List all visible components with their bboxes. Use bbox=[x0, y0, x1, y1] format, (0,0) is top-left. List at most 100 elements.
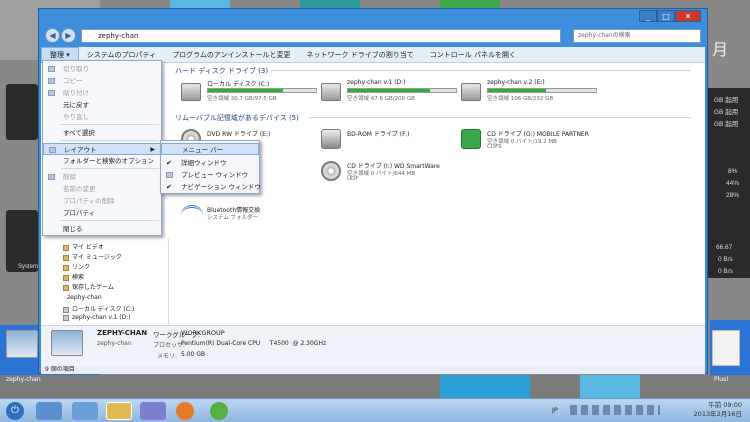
menu-label: すべて選択 bbox=[63, 129, 95, 137]
imac-icon[interactable] bbox=[6, 330, 38, 358]
menu-item-remove-properties[interactable]: プロパティの削除 bbox=[43, 195, 161, 207]
nav-item[interactable]: リンク bbox=[63, 262, 90, 271]
menu-item-cut[interactable]: 切り取り bbox=[43, 63, 161, 75]
drive-d[interactable]: zephy-chan v.1 (D:) 空き領域 47.6 GB/200 GB bbox=[321, 79, 461, 107]
menu-item-layout[interactable]: レイアウト ▶ bbox=[43, 143, 161, 155]
menu-label: メニュー バー bbox=[182, 146, 224, 154]
clock[interactable]: 午前 09:00 2013年2月16日 bbox=[694, 401, 742, 419]
nav-item[interactable]: マイ ミュージック bbox=[63, 252, 122, 261]
status-bar: 9 個の項目 bbox=[41, 366, 705, 374]
nav-label: 検索 bbox=[72, 274, 85, 281]
nav-item[interactable]: 検索 bbox=[63, 272, 84, 281]
system-gadget-label: System bbox=[18, 264, 39, 270]
media-gadget[interactable] bbox=[6, 84, 38, 140]
bdrom-drive-icon bbox=[321, 129, 341, 149]
menu-item-paste[interactable]: 貼り付け bbox=[43, 87, 161, 99]
device-cd-g[interactable]: CD ドライブ (G:) MOBILE PARTNER 空き領域 0 バイト/1… bbox=[461, 127, 611, 157]
menu-item-navigation-pane[interactable]: ✔ ナビゲーション ウィンドウ bbox=[161, 181, 261, 193]
start-button[interactable]: ⏻ bbox=[6, 402, 24, 420]
scissors-icon bbox=[48, 66, 55, 72]
drive-e[interactable]: zephy-chan v.2 (E:) 空き領域 106 GB/232 GB bbox=[461, 79, 601, 107]
media-taskbar-icon[interactable] bbox=[72, 402, 98, 420]
search-input[interactable]: zephy-chanの検索 bbox=[573, 29, 701, 43]
widget-row: GB 起用 bbox=[714, 109, 739, 116]
folder-icon bbox=[63, 264, 69, 271]
menu-item-preview-pane[interactable]: プレビュー ウィンドウ bbox=[161, 169, 259, 181]
plus-icon[interactable] bbox=[712, 330, 740, 366]
menu-label: 詳細ウィンドウ bbox=[181, 159, 227, 167]
group-divider bbox=[271, 70, 691, 71]
device-fs: UDF bbox=[347, 176, 359, 182]
menu-item-copy[interactable]: コピー bbox=[43, 75, 161, 87]
map-drive-button[interactable]: ネットワーク ドライブの割り当て bbox=[299, 48, 422, 62]
menu-item-delete[interactable]: 削除 bbox=[43, 171, 161, 183]
menu-label: コピー bbox=[63, 77, 83, 85]
menu-label: 閉じる bbox=[63, 225, 83, 233]
uninstall-button[interactable]: プログラムのアンインストールと変更 bbox=[164, 48, 298, 62]
menu-item-properties[interactable]: プロパティ bbox=[43, 207, 161, 219]
back-button[interactable]: ◀ bbox=[45, 28, 60, 43]
explorer-taskbar-icon[interactable] bbox=[106, 402, 132, 420]
title-bar[interactable] bbox=[39, 9, 707, 19]
details-pane: ZEPHY-CHAN ワークグループ: WORKGROUP zephy-chan… bbox=[41, 325, 705, 367]
processor-value: Pentium(R) Dual-Core CPU T4500 @ 2.30GHz bbox=[181, 340, 327, 347]
drive-usage-bar bbox=[207, 88, 317, 93]
computer-icon bbox=[51, 330, 83, 356]
widget-row: 0 B/s bbox=[718, 268, 733, 275]
taskbar: ⏻ JP 午前 09:00 2013年2月16日 bbox=[0, 398, 750, 422]
address-row: ◀ ▶ zephy-chan zephy-chanの検索 bbox=[41, 26, 705, 46]
bluetooth-item[interactable]: Bluetooth情報交換 システム フォルダー bbox=[181, 203, 331, 233]
menu-item-select-all[interactable]: すべて選択 bbox=[43, 127, 161, 139]
nav-item[interactable]: マイ ビデオ bbox=[63, 242, 104, 251]
drive-name: zephy-chan v.2 (E:) bbox=[487, 79, 545, 86]
group-header-removable[interactable]: リムーバブル記憶域があるデバイス (5) bbox=[175, 113, 299, 123]
nav-item[interactable]: zephy-chan bbox=[67, 294, 102, 301]
menu-item-menu-bar[interactable]: メニュー バー bbox=[161, 143, 259, 155]
address-bar[interactable]: zephy-chan bbox=[81, 29, 561, 43]
desktop-icon-label: zephy-chan bbox=[6, 376, 41, 383]
menu-label: 名前の変更 bbox=[63, 185, 96, 193]
drive-free: 空き領域 106 GB/232 GB bbox=[487, 96, 554, 102]
device-cd-i[interactable]: CD ドライブ (I:) WD SmartWare 空き領域 0 バイト/644… bbox=[321, 159, 471, 189]
drive-c[interactable]: ローカル ディスク (C:) 空き領域 30.7 GB/97.5 GB bbox=[181, 79, 321, 107]
drive-free: 空き領域 47.6 GB/200 GB bbox=[347, 96, 415, 102]
bg-tile bbox=[580, 375, 640, 398]
maximize-button[interactable]: □ bbox=[657, 10, 675, 22]
messenger-icon[interactable] bbox=[210, 402, 228, 420]
menu-item-rename[interactable]: 名前の変更 bbox=[43, 183, 161, 195]
nav-item[interactable]: zephy-chan v.1 (D:) bbox=[63, 314, 131, 321]
cd-drive-icon bbox=[321, 161, 341, 181]
widget-row: 44% bbox=[726, 180, 740, 187]
tray-icons[interactable] bbox=[570, 405, 660, 415]
menu-separator bbox=[61, 220, 159, 221]
close-button[interactable]: ✕ bbox=[675, 10, 701, 22]
system-gadget[interactable]: System bbox=[6, 210, 38, 272]
minimize-button[interactable]: _ bbox=[639, 10, 657, 22]
menu-item-folder-options[interactable]: フォルダーと検索のオプション bbox=[43, 155, 161, 167]
menu-item-close[interactable]: 閉じる bbox=[43, 223, 161, 235]
menu-item-undo[interactable]: 元に戻す bbox=[43, 99, 161, 111]
bg-tile bbox=[440, 375, 530, 398]
menu-separator bbox=[61, 124, 159, 125]
device-bdrom[interactable]: BD-ROM ドライブ (F:) bbox=[321, 127, 471, 157]
widget-row: 8% bbox=[728, 168, 738, 175]
menu-item-details-pane[interactable]: ✔ 詳細ウィンドウ bbox=[161, 157, 259, 169]
drive-name: zephy-chan v.1 (D:) bbox=[347, 79, 406, 86]
drive-usage-bar bbox=[487, 88, 597, 93]
firefox-icon[interactable] bbox=[176, 402, 194, 420]
menu-separator bbox=[61, 140, 159, 141]
menu-item-redo[interactable]: やり直し bbox=[43, 111, 161, 123]
device-name: DVD RW ドライブ (E:) bbox=[207, 131, 271, 138]
forward-button[interactable]: ▶ bbox=[61, 28, 76, 43]
menu-separator bbox=[61, 168, 159, 169]
save-taskbar-icon[interactable] bbox=[140, 402, 166, 420]
menu-label: レイアウト bbox=[64, 146, 97, 154]
drive-icon bbox=[63, 306, 69, 313]
nav-label: ローカル ディスク (C:) bbox=[72, 306, 135, 313]
computer-taskbar-icon[interactable] bbox=[36, 402, 62, 420]
group-header-hdd[interactable]: ハード ディスク ドライブ (3) bbox=[175, 66, 268, 76]
control-panel-button[interactable]: コントロール パネルを開く bbox=[422, 48, 524, 62]
nav-item[interactable]: ローカル ディスク (C:) bbox=[63, 304, 134, 313]
language-indicator[interactable]: JP bbox=[552, 406, 558, 414]
nav-item[interactable]: 保存したゲーム bbox=[63, 282, 114, 291]
